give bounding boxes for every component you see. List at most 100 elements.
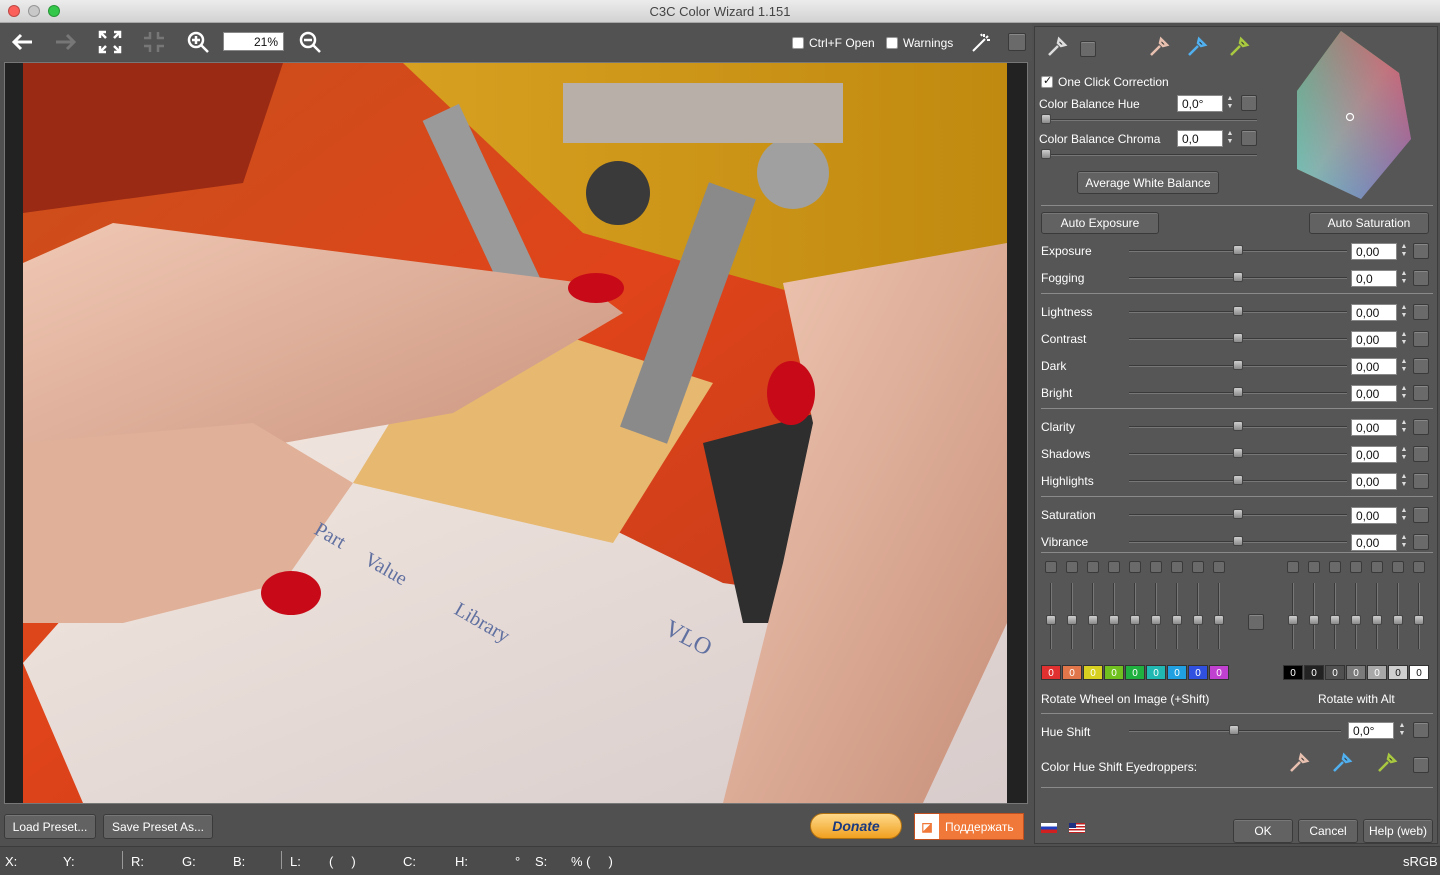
- hue-vthumb-7[interactable]: [1193, 615, 1203, 625]
- tone-vthumb-2[interactable]: [1330, 615, 1340, 625]
- hue-vthumb-3[interactable]: [1109, 615, 1119, 625]
- warnings-checkbox[interactable]: Warnings: [886, 36, 953, 50]
- zoom-level-input[interactable]: 21%: [223, 32, 284, 51]
- tone-vthumb-1[interactable]: [1309, 615, 1319, 625]
- lightness-input[interactable]: 0,00: [1351, 304, 1397, 321]
- hue-vthumb-2[interactable]: [1088, 615, 1098, 625]
- back-arrow-icon[interactable]: [8, 27, 36, 57]
- clarity-thumb[interactable]: [1233, 421, 1243, 431]
- us-flag-icon[interactable]: [1069, 823, 1085, 833]
- saturation-input[interactable]: 0,00: [1351, 507, 1397, 524]
- hue-shift-input[interactable]: 0,0°: [1348, 722, 1394, 739]
- lightness-thumb[interactable]: [1233, 306, 1243, 316]
- cb-chroma-spinner[interactable]: ▲ ▼: [1225, 130, 1235, 147]
- tone-reset-4[interactable]: [1371, 561, 1383, 573]
- dark-thumb[interactable]: [1233, 360, 1243, 370]
- cancel-button[interactable]: Cancel: [1298, 819, 1358, 843]
- saturation-spinner[interactable]: ▲ ▼: [1399, 507, 1409, 524]
- exposure-thumb[interactable]: [1233, 245, 1243, 255]
- hue-reset-1[interactable]: [1066, 561, 1078, 573]
- hue-skin-eyedropper-icon[interactable]: [1287, 751, 1311, 775]
- hue-eyedroppers-reset[interactable]: [1413, 757, 1429, 773]
- hue-vthumb-8[interactable]: [1214, 615, 1224, 625]
- auto-exposure-button[interactable]: Auto Exposure: [1041, 212, 1159, 234]
- tone-vthumb-0[interactable]: [1288, 615, 1298, 625]
- tone-vthumb-4[interactable]: [1372, 615, 1382, 625]
- zoom-out-icon[interactable]: [296, 27, 324, 57]
- contrast-spinner[interactable]: ▲ ▼: [1399, 331, 1409, 348]
- hsl-center-reset[interactable]: [1248, 614, 1264, 630]
- fogging-reset[interactable]: [1413, 270, 1429, 286]
- support-button[interactable]: ◪ Поддержать: [914, 813, 1024, 840]
- ctrlf-open-checkbox[interactable]: Ctrl+F Open: [792, 36, 875, 50]
- hue-vthumb-1[interactable]: [1067, 615, 1077, 625]
- tone-reset-3[interactable]: [1350, 561, 1362, 573]
- tone-reset-5[interactable]: [1392, 561, 1404, 573]
- donate-button[interactable]: Donate: [810, 813, 902, 839]
- highlights-spinner[interactable]: ▲ ▼: [1399, 473, 1409, 490]
- contrast-thumb[interactable]: [1233, 333, 1243, 343]
- lightness-reset[interactable]: [1413, 304, 1429, 320]
- saturation-thumb[interactable]: [1233, 509, 1243, 519]
- cb-chroma-reset[interactable]: [1241, 130, 1257, 146]
- hue-reset-4[interactable]: [1129, 561, 1141, 573]
- actual-size-icon[interactable]: [140, 27, 168, 57]
- clarity-input[interactable]: 0,00: [1351, 419, 1397, 436]
- contrast-reset[interactable]: [1413, 331, 1429, 347]
- one-click-box[interactable]: [1041, 74, 1053, 88]
- hue-shift-spinner[interactable]: ▲ ▼: [1397, 722, 1407, 739]
- exposure-reset[interactable]: [1413, 243, 1429, 259]
- toolbar-extra-button[interactable]: [1008, 33, 1026, 51]
- bright-spinner[interactable]: ▲ ▼: [1399, 385, 1409, 402]
- bright-thumb[interactable]: [1233, 387, 1243, 397]
- lightness-spinner[interactable]: ▲ ▼: [1399, 304, 1409, 321]
- highlights-input[interactable]: 0,00: [1351, 473, 1397, 490]
- shadows-reset[interactable]: [1413, 446, 1429, 462]
- foliage-eyedropper-icon[interactable]: [1227, 35, 1251, 59]
- fogging-spinner[interactable]: ▲ ▼: [1399, 270, 1409, 287]
- cb-hue-input[interactable]: 0,0°: [1177, 95, 1223, 112]
- photo-preview[interactable]: Part Value Library VLO: [23, 63, 1007, 803]
- magic-wand-icon[interactable]: [968, 27, 996, 57]
- vibrance-input[interactable]: 0,00: [1351, 534, 1397, 551]
- cb-hue-reset[interactable]: [1241, 95, 1257, 111]
- tone-reset-0[interactable]: [1287, 561, 1299, 573]
- hue-reset-7[interactable]: [1192, 561, 1204, 573]
- russian-flag-icon[interactable]: [1041, 823, 1057, 833]
- cb-hue-thumb[interactable]: [1041, 114, 1051, 124]
- hue-vthumb-6[interactable]: [1172, 615, 1182, 625]
- saturation-reset[interactable]: [1413, 507, 1429, 523]
- color-balance-hexagon[interactable]: [1291, 29, 1431, 203]
- clarity-spinner[interactable]: ▲ ▼: [1399, 419, 1409, 436]
- bright-input[interactable]: 0,00: [1351, 385, 1397, 402]
- tone-vthumb-5[interactable]: [1393, 615, 1403, 625]
- hue-vthumb-4[interactable]: [1130, 615, 1140, 625]
- average-white-balance-button[interactable]: Average White Balance: [1077, 171, 1219, 194]
- hue-reset-3[interactable]: [1108, 561, 1120, 573]
- cb-chroma-input[interactable]: 0,0: [1177, 130, 1223, 147]
- eyedropper-swatch[interactable]: [1080, 41, 1096, 57]
- shadows-input[interactable]: 0,00: [1351, 446, 1397, 463]
- sky-eyedropper-icon[interactable]: [1185, 35, 1209, 59]
- hue-vthumb-5[interactable]: [1151, 615, 1161, 625]
- hue-reset-2[interactable]: [1087, 561, 1099, 573]
- highlights-reset[interactable]: [1413, 473, 1429, 489]
- tone-reset-1[interactable]: [1308, 561, 1320, 573]
- vibrance-thumb[interactable]: [1233, 536, 1243, 546]
- hue-foliage-eyedropper-icon[interactable]: [1375, 751, 1399, 775]
- exposure-spinner[interactable]: ▲ ▼: [1399, 243, 1409, 260]
- bright-reset[interactable]: [1413, 385, 1429, 401]
- highlights-thumb[interactable]: [1233, 475, 1243, 485]
- tone-reset-6[interactable]: [1413, 561, 1425, 573]
- tone-vthumb-3[interactable]: [1351, 615, 1361, 625]
- hue-reset-0[interactable]: [1045, 561, 1057, 573]
- exposure-input[interactable]: 0,00: [1351, 243, 1397, 260]
- tone-reset-2[interactable]: [1329, 561, 1341, 573]
- zoom-in-icon[interactable]: [184, 27, 212, 57]
- dark-spinner[interactable]: ▲ ▼: [1399, 358, 1409, 375]
- ok-button[interactable]: OK: [1233, 819, 1293, 843]
- hue-sky-eyedropper-icon[interactable]: [1330, 751, 1354, 775]
- save-preset-button[interactable]: Save Preset As...: [103, 814, 213, 839]
- warnings-box[interactable]: [886, 37, 898, 49]
- dark-input[interactable]: 0,00: [1351, 358, 1397, 375]
